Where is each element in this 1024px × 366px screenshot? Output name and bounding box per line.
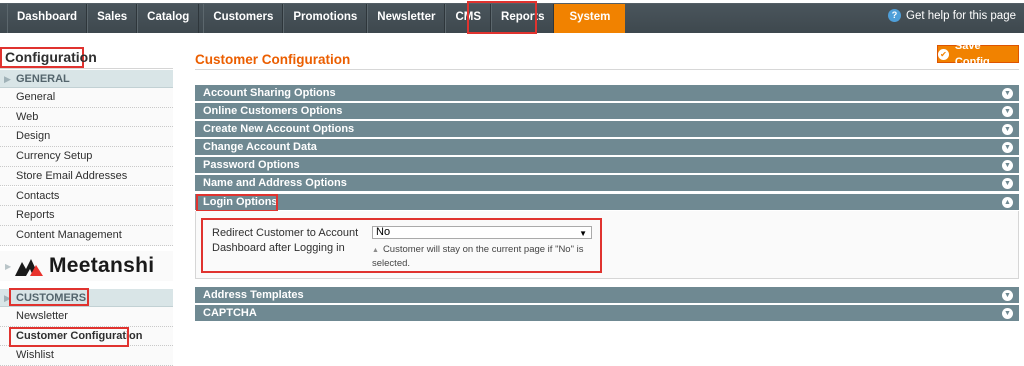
section-label: Address Templates	[203, 289, 304, 301]
expand-icon: ▼	[1002, 308, 1013, 319]
section-create-new-account-options[interactable]: Create New Account Options ▼	[195, 121, 1019, 138]
section-name-and-address-options[interactable]: Name and Address Options ▼	[195, 175, 1019, 192]
checkmark-icon: ✔	[938, 48, 949, 60]
sidebar-item-wishlist[interactable]: Wishlist	[0, 346, 173, 366]
sidebar-item-newsletter[interactable]: Newsletter	[0, 307, 173, 327]
section-address-templates[interactable]: Address Templates ▼	[195, 287, 1019, 304]
section-captcha[interactable]: CAPTCHA ▼	[195, 305, 1019, 322]
sidebar-item-contacts[interactable]: Contacts	[0, 186, 173, 207]
customers-highlight-box	[9, 288, 89, 306]
nav-sales[interactable]: Sales	[87, 4, 138, 33]
collapse-arrow-icon: ▶	[4, 74, 11, 84]
section-label: Name and Address Options	[203, 177, 347, 189]
help-link[interactable]: ? Get help for this page	[888, 9, 1016, 22]
section-label: Password Options	[203, 159, 300, 171]
sidebar-item-store-email-addresses[interactable]: Store Email Addresses	[0, 166, 173, 187]
nav-promotions[interactable]: Promotions	[283, 4, 368, 33]
redirect-field-highlight-box	[201, 218, 602, 273]
expand-icon: ▼	[1002, 124, 1013, 135]
section-label: Change Account Data	[203, 141, 317, 153]
nav-system[interactable]: System	[554, 4, 626, 33]
system-highlight-box	[467, 1, 537, 34]
section-label: Online Customers Options	[203, 105, 343, 117]
section-label: Create New Account Options	[203, 123, 355, 135]
nav-newsletter[interactable]: Newsletter	[367, 4, 446, 33]
customer-configuration-highlight-box	[9, 327, 129, 347]
expand-icon: ▼	[1002, 106, 1013, 117]
nav-customers[interactable]: Customers	[203, 4, 284, 33]
section-label: CAPTCHA	[203, 307, 257, 319]
section-change-account-data[interactable]: Change Account Data ▼	[195, 139, 1019, 156]
expand-icon: ▼	[1002, 160, 1013, 171]
sidebar-item-currency-setup[interactable]: Currency Setup	[0, 147, 173, 167]
sidebar-item-content-management[interactable]: Content Management	[0, 225, 173, 246]
sidebar-item-web[interactable]: Web	[0, 107, 173, 128]
expand-icon: ▼	[1002, 142, 1013, 153]
save-config-button[interactable]: ✔ Save Config	[937, 40, 1019, 68]
sidebar-group-general[interactable]: ▶ GENERAL	[0, 70, 173, 88]
section-password-options[interactable]: Password Options ▼	[195, 157, 1019, 174]
sidebar-item-design[interactable]: Design	[0, 127, 173, 148]
expand-icon: ▼	[1002, 290, 1013, 301]
collapse-icon: ▲	[1002, 197, 1013, 208]
login-options-highlight-box	[196, 194, 278, 212]
section-label: Account Sharing Options	[203, 87, 336, 99]
sidebar-title-divider	[0, 68, 173, 69]
page-title: Customer Configuration	[195, 52, 351, 67]
sidebar-group-general-label: GENERAL	[16, 73, 70, 85]
question-icon: ?	[888, 9, 902, 22]
page-title-divider	[195, 69, 1019, 70]
nav-dashboard[interactable]: Dashboard	[7, 4, 88, 33]
expand-icon: ▼	[1002, 178, 1013, 189]
collapse-arrow-icon: ▶	[5, 262, 12, 271]
section-account-sharing-options[interactable]: Account Sharing Options ▼	[195, 85, 1019, 102]
sidebar-item-general[interactable]: General	[0, 88, 173, 108]
expand-icon: ▼	[1002, 88, 1013, 99]
section-login-options[interactable]: Login Options ▲	[195, 194, 1019, 211]
save-config-label: Save Config	[954, 40, 990, 68]
sidebar-item-reports[interactable]: Reports	[0, 206, 173, 226]
section-online-customers-options[interactable]: Online Customers Options ▼	[195, 103, 1019, 120]
sidebar-title: Configuration	[0, 47, 97, 68]
help-label: Get help for this page	[906, 9, 1016, 22]
nav-catalog[interactable]: Catalog	[137, 4, 200, 33]
meetanshi-logo-mark-icon	[15, 259, 43, 276]
meetanshi-logo: ▶ Meetanshi	[0, 251, 173, 281]
meetanshi-logo-text: Meetanshi	[49, 254, 155, 277]
